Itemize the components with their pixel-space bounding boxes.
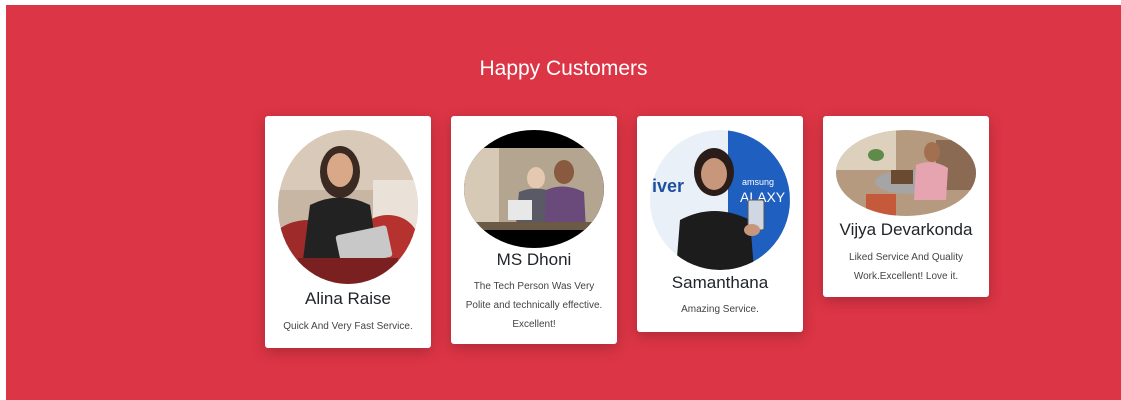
customer-photo [836,130,976,216]
customer-card: Vijya Devarkonda Liked Service And Quali… [823,116,989,297]
customer-card: MS Dhoni The Tech Person Was Very Polite… [451,116,617,344]
customer-review: The Tech Person Was Very Polite and tech… [465,281,603,330]
customer-name: Samanthana [671,273,769,292]
customer-review: Amazing Service. [681,304,759,315]
svg-text:iver: iver [652,176,684,196]
customer-review: Liked Service And Quality Work.Excellent… [849,252,963,282]
customer-name: Vijya Devarkonda [839,220,973,239]
customer-card: iver amsung ALAXY N Samanthana Amazing S… [637,116,803,332]
svg-text:amsung: amsung [742,177,774,187]
section-title: Happy Customers [479,57,648,80]
happy-customers-section: Happy Customers Alina Raise Quick And Ve… [6,5,1121,400]
customer-review: Quick And Very Fast Service. [283,321,413,332]
customer-name: Alina Raise [305,289,391,308]
customer-photo [278,130,418,284]
customer-name: MS Dhoni [496,250,572,269]
customer-card: Alina Raise Quick And Very Fast Service. [265,116,431,348]
customer-photo: iver amsung ALAXY N [650,130,790,270]
customer-photo [464,130,604,248]
